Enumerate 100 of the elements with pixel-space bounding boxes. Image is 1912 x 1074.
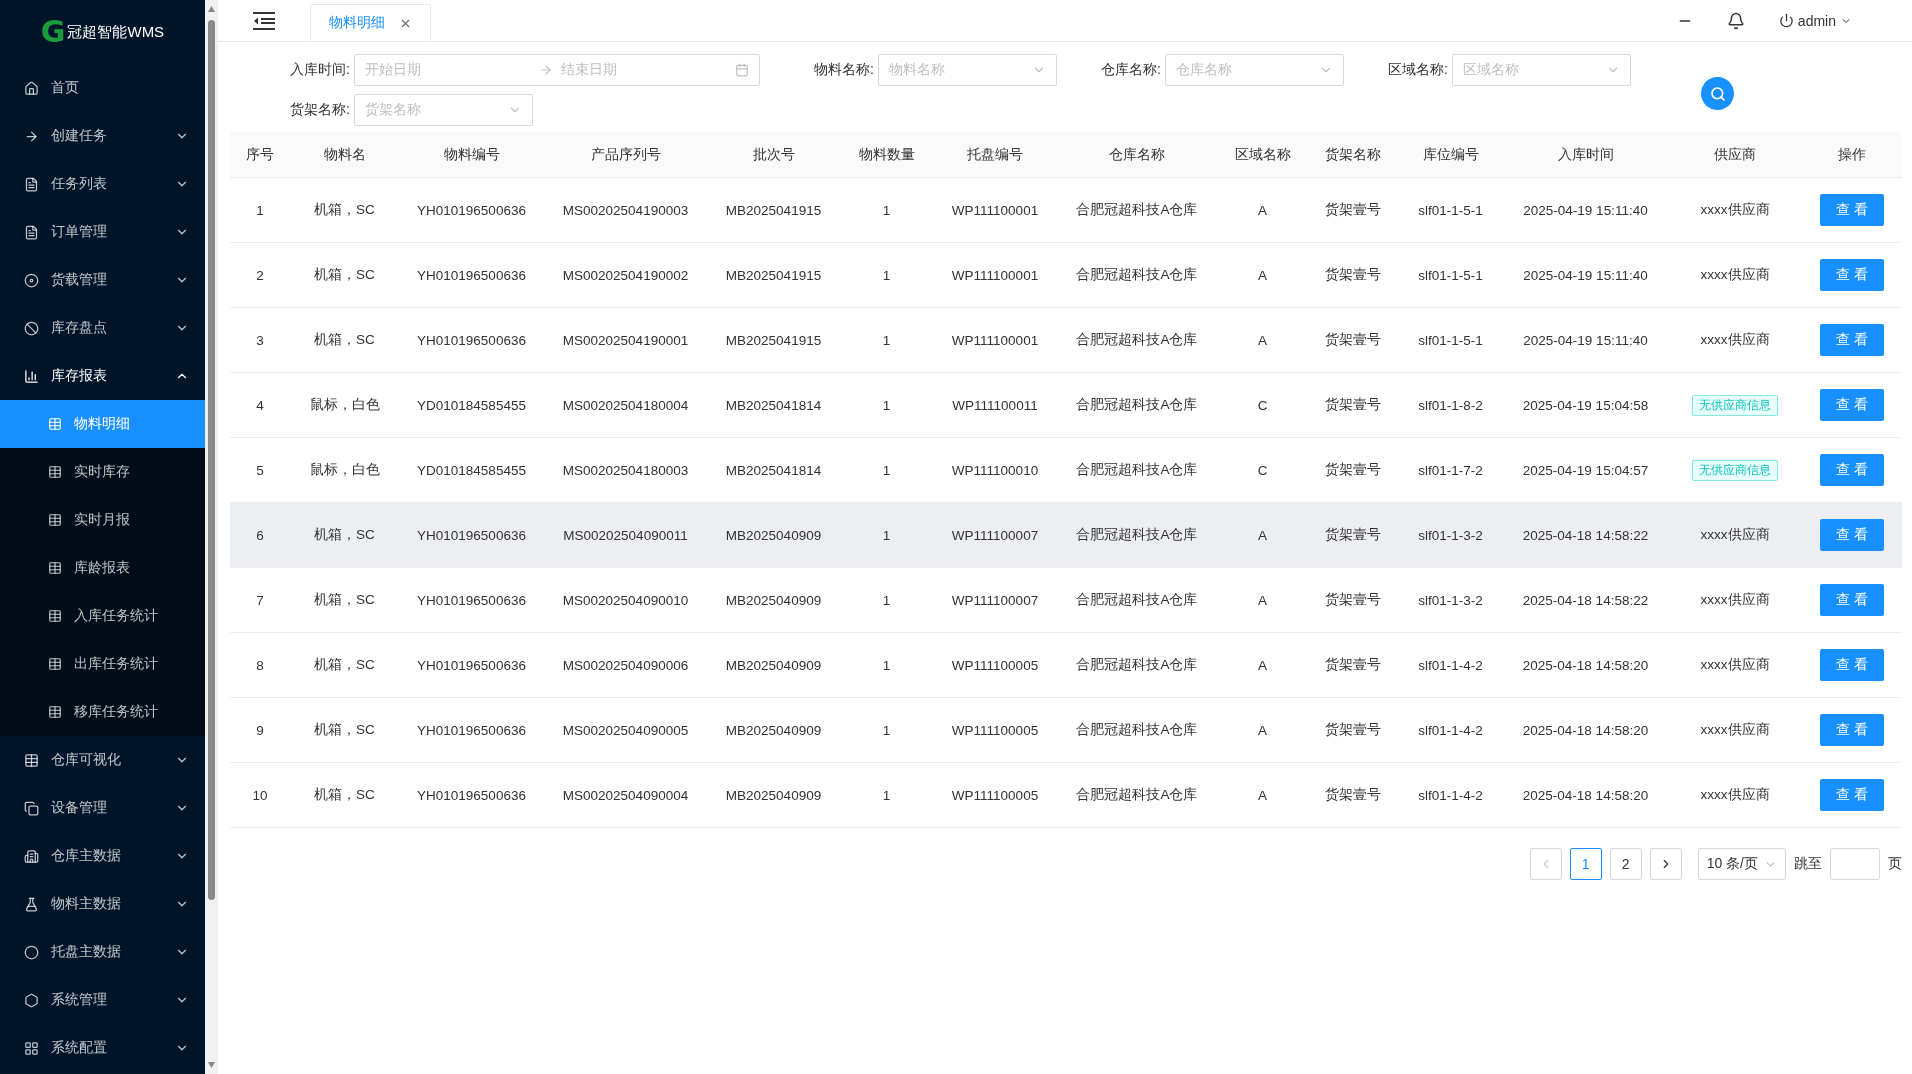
table-cell-text: WP111100001: [950, 267, 1040, 283]
table-cell-text: 1: [881, 592, 892, 608]
table-cell-text: YD010184585455: [416, 397, 527, 413]
table-cell-text: 5: [255, 462, 265, 478]
table-cell-text: 机箱，SC: [313, 591, 376, 609]
table-cell-text: 1: [881, 527, 892, 543]
table-cell-text: YH010196500636: [416, 722, 527, 738]
page-unit: 页: [1888, 855, 1902, 873]
table-cell-text: 合肥冠超科技A仓库: [1075, 786, 1199, 804]
column-header: 产品序列号: [589, 145, 662, 164]
table-cell-text: 货架壹号: [1324, 721, 1382, 739]
sidebar-item[interactable]: 系统配置: [0, 1024, 205, 1072]
sidebar-item[interactable]: 创建任务: [0, 112, 205, 160]
sidebar-item[interactable]: 仓库可视化: [0, 736, 205, 784]
table-cell-text: MB2025040909: [724, 787, 823, 803]
submenu-item[interactable]: 入库任务统计: [0, 592, 205, 640]
table-cell-text: 合肥冠超科技A仓库: [1075, 591, 1199, 609]
table-cell-text: 6: [255, 527, 265, 543]
table-cell-text: slf01-1-4-2: [1417, 722, 1484, 738]
table-cell-text: MB2025040909: [724, 527, 823, 543]
page-input[interactable]: [1830, 848, 1880, 880]
table-cell-text: 合肥冠超科技A仓库: [1075, 656, 1199, 674]
table-cell-text: 货架壹号: [1324, 396, 1382, 414]
sidebar-item[interactable]: 订单管理: [0, 208, 205, 256]
field-label: 物料名称:: [813, 61, 875, 79]
sidebar-item[interactable]: 物料主数据: [0, 880, 205, 928]
table-cell-text: MS00202504180004: [561, 397, 690, 413]
table-cell-text: 机箱，SC: [313, 201, 376, 219]
table-cell-text: MB2025041814: [724, 462, 823, 478]
column-header: 托盘编号: [966, 145, 1024, 164]
table-cell-text: MB2025041814: [724, 397, 823, 413]
table-cell-text: 2025-04-18 14:58:22: [1521, 527, 1650, 543]
table-cell-text: 1: [881, 787, 892, 803]
table-icon: [48, 465, 62, 479]
table-cell-text: YH010196500636: [416, 657, 527, 673]
table-cell-text: 货架壹号: [1324, 656, 1382, 674]
table-cell-text: 2025-04-19 15:04:57: [1521, 462, 1650, 478]
sidebar-item[interactable]: 库存盘点: [0, 304, 205, 352]
sidebar-item[interactable]: 系统管理: [0, 976, 205, 1024]
table-cell-text: 合肥冠超科技A仓库: [1075, 396, 1199, 414]
table-cell-text: slf01-1-8-2: [1417, 397, 1484, 413]
user-menu[interactable]: admin: [1778, 12, 1852, 29]
table-cell-text: A: [1257, 657, 1268, 673]
table-icon: [48, 705, 62, 719]
search-button[interactable]: [1701, 77, 1734, 110]
table-cell-text: A: [1257, 787, 1268, 803]
sidebar-item[interactable]: 货载管理: [0, 256, 205, 304]
sidebar-item[interactable]: 托盘主数据: [0, 928, 205, 976]
bell-icon[interactable]: [1726, 11, 1745, 30]
table-cell-text: 合肥冠超科技A仓库: [1075, 331, 1199, 349]
column-header: 入库时间: [1556, 145, 1615, 164]
table-cell: xxxx供应商: [1700, 786, 1770, 804]
table-cell-text: YH010196500636: [416, 787, 527, 803]
status-tag: 无供应商信息: [1692, 459, 1778, 481]
sidebar-item[interactable]: 任务列表: [0, 160, 205, 208]
table-cell-text: C: [1256, 397, 1269, 413]
table-cell-text: 2025-04-19 15:11:40: [1522, 267, 1649, 283]
table-cell-text: 7: [255, 592, 265, 608]
page-size-select[interactable]: 10 条/页: [1697, 848, 1786, 880]
table-cell-text: 1: [881, 332, 892, 348]
table-cell-text: 2025-04-18 14:58:20: [1521, 657, 1650, 673]
table-cell-text: MS00202504090010: [561, 592, 690, 608]
menu-fold-icon[interactable]: [253, 11, 275, 30]
submenu-item[interactable]: 实时库存: [0, 448, 205, 496]
page-button[interactable]: 2: [1609, 848, 1642, 880]
table-cell-text: 机箱，SC: [313, 721, 376, 739]
table-cell-text: YH010196500636: [416, 592, 527, 608]
table-cell-text: 货架壹号: [1324, 331, 1382, 349]
submenu-item[interactable]: 库龄报表: [0, 544, 205, 592]
table-cell-text: 合肥冠超科技A仓库: [1075, 721, 1199, 739]
table-cell-text: 2025-04-19 15:11:40: [1522, 202, 1649, 218]
table-cell-text: 机箱，SC: [313, 786, 376, 804]
table-cell-text: slf01-1-3-2: [1417, 592, 1484, 608]
status-tag: 无供应商信息: [1692, 394, 1778, 416]
table-cell-text: MB2025041915: [724, 202, 823, 218]
table-cell-text: MS00202504090011: [562, 527, 689, 543]
submenu-item[interactable]: 实时月报: [0, 496, 205, 544]
sidebar-item[interactable]: 库存报表: [0, 352, 205, 400]
submenu-item[interactable]: 出库任务统计: [0, 640, 205, 688]
table-cell-text: A: [1257, 592, 1268, 608]
table-cell-text: 4: [255, 397, 265, 413]
scrollbar[interactable]: [205, 0, 218, 1074]
table-cell-text: 1: [881, 202, 892, 218]
table-cell-text: A: [1257, 332, 1268, 348]
table-cell-text: 货架壹号: [1324, 526, 1382, 544]
table-cell-text: YD010184585455: [416, 462, 527, 478]
logo-mark: G: [40, 17, 66, 47]
table-cell: xxxx供应商: [1700, 591, 1770, 609]
table-cell-text: 2025-04-19 15:11:40: [1522, 332, 1649, 348]
table-cell: xxxx供应商: [1700, 721, 1770, 739]
column-header: 物料名: [322, 145, 367, 164]
sidebar-item[interactable]: 首页: [0, 64, 205, 112]
sidebar-item[interactable]: 仓库主数据: [0, 832, 205, 880]
table-cell-text: slf01-1-5-1: [1417, 332, 1484, 348]
table-cell-text: MS00202504190001: [561, 332, 690, 348]
table-cell-text: slf01-1-3-2: [1417, 527, 1484, 543]
column-header: 仓库名称: [1108, 145, 1166, 164]
table-cell-text: 货架壹号: [1324, 266, 1382, 284]
submenu-item[interactable]: 移库任务统计: [0, 688, 205, 736]
sidebar-item[interactable]: 设备管理: [0, 784, 205, 832]
